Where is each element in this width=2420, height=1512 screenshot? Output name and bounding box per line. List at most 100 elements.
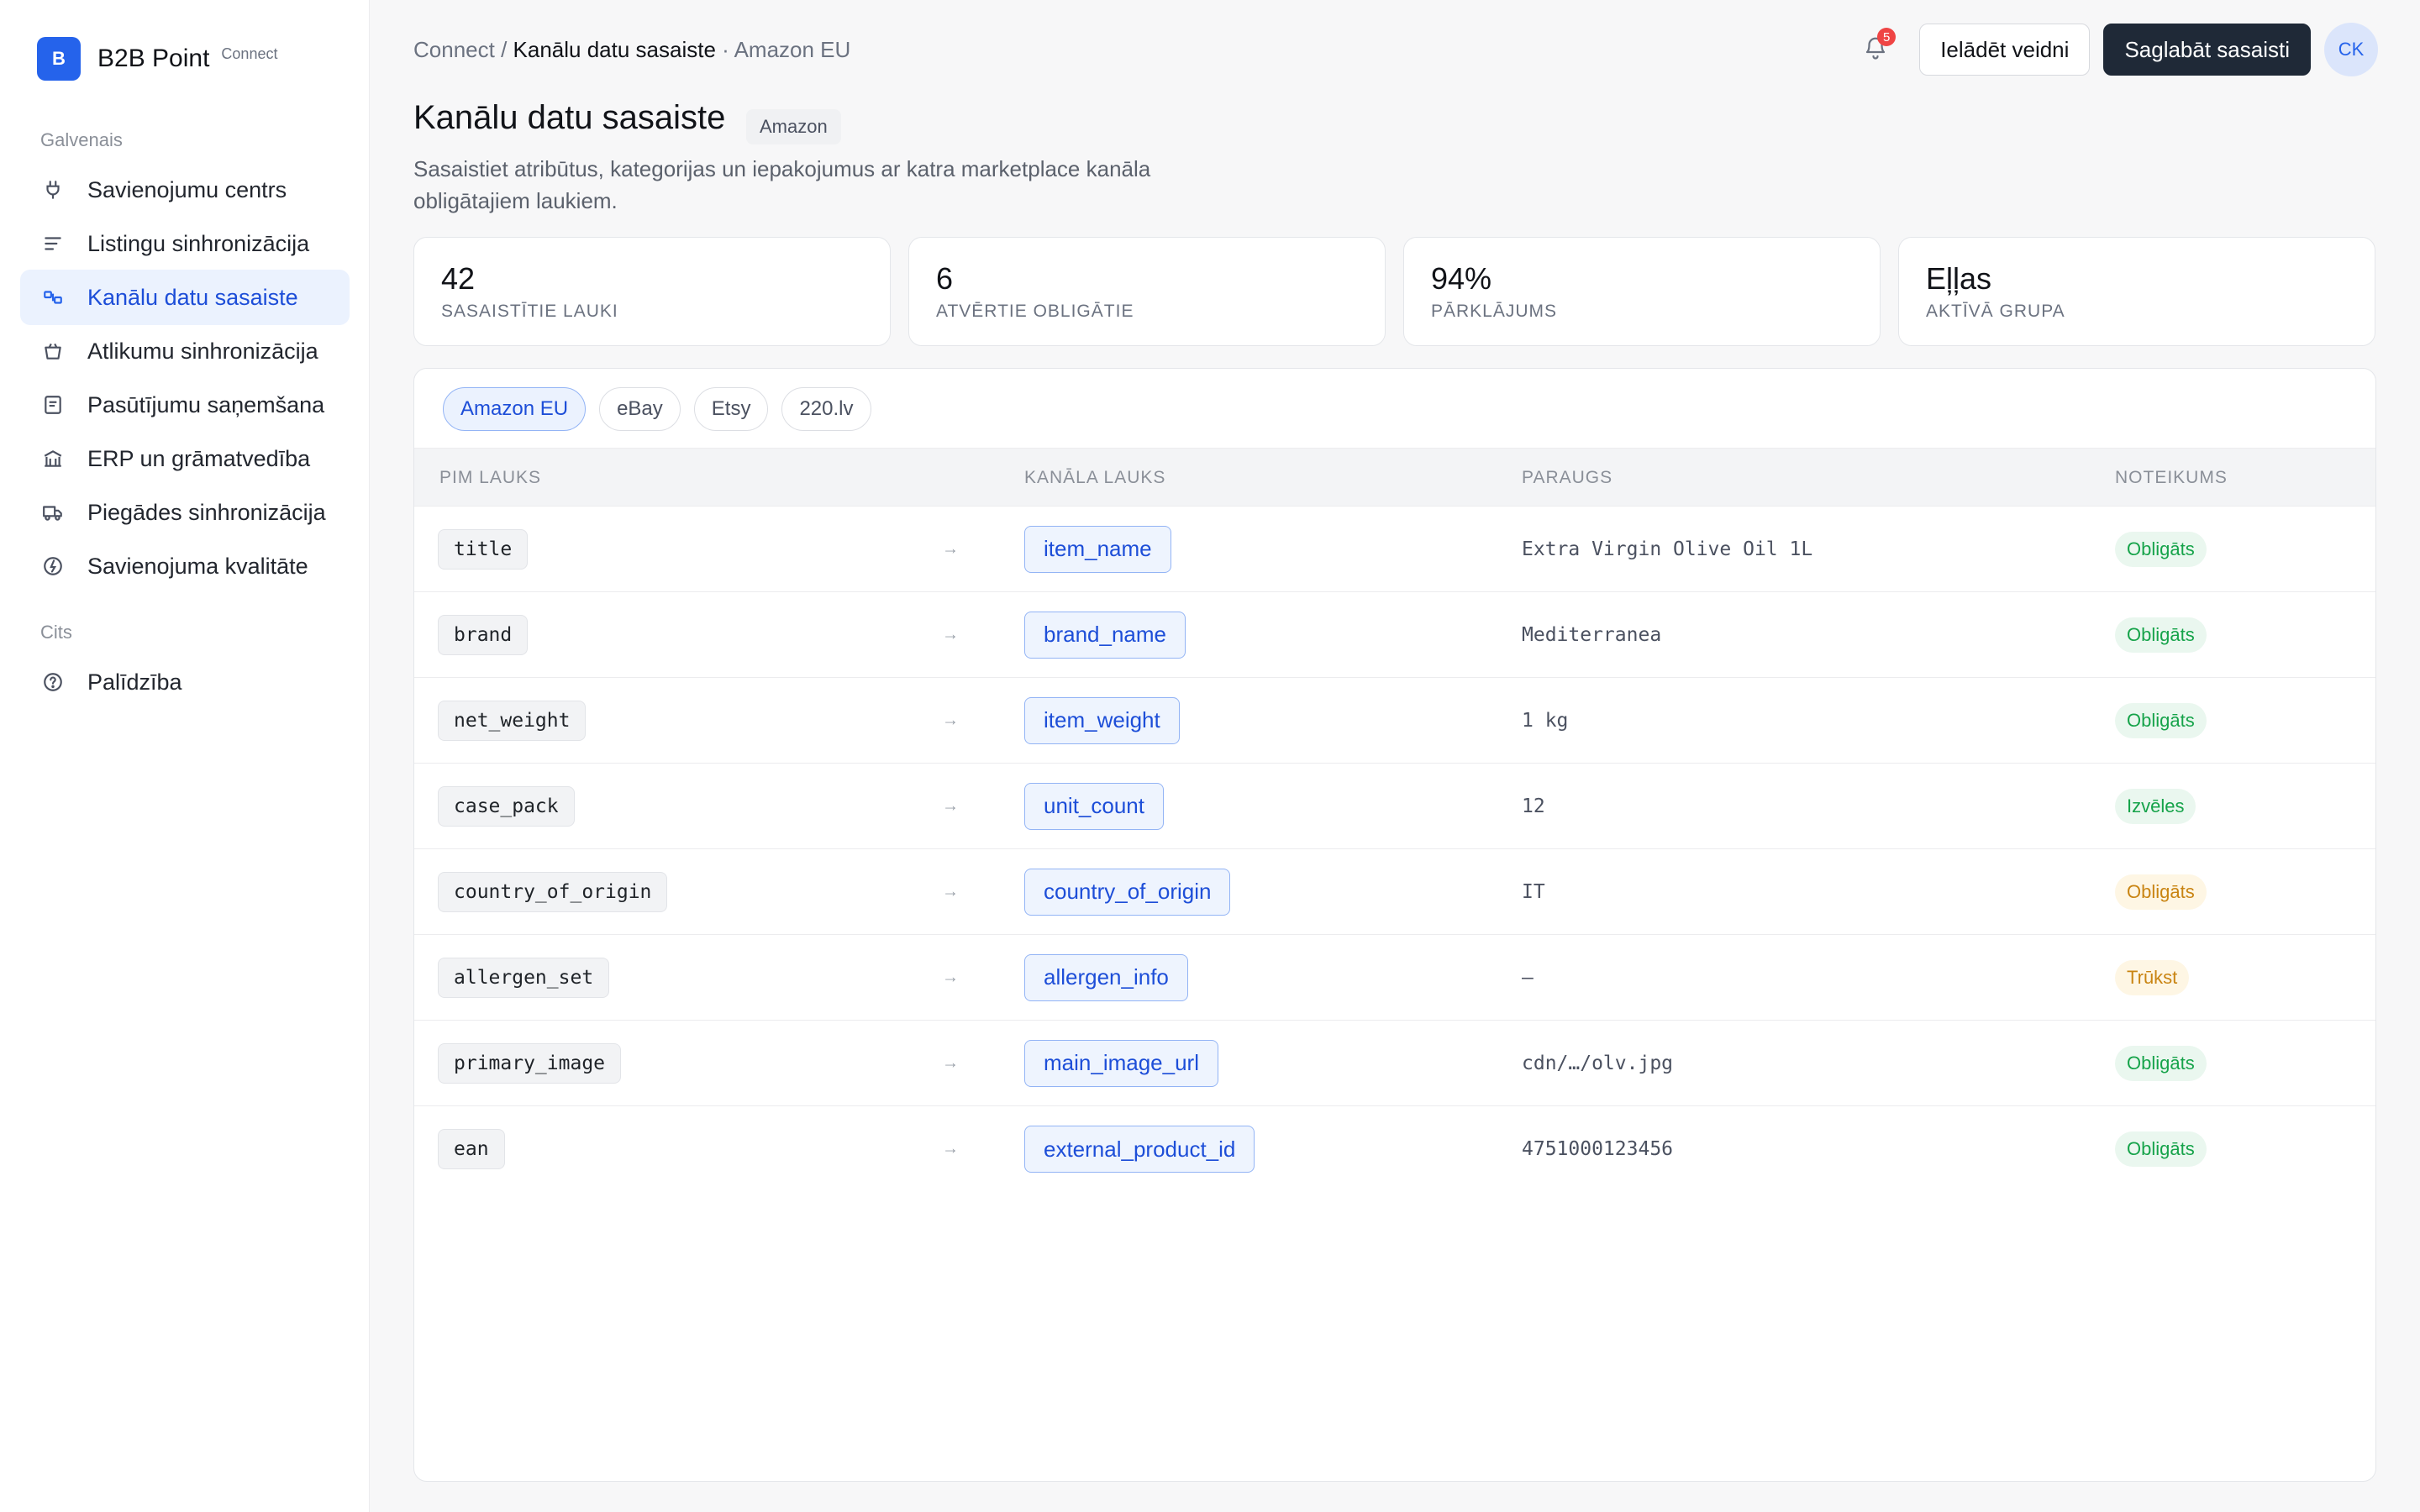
pim-field: case_pack [438, 785, 575, 827]
nav-group-other-title: Cits [40, 622, 72, 643]
table-row[interactable]: country_of_origin → country_of_origin IT… [414, 849, 2375, 935]
channel-pill: Amazon [746, 109, 841, 144]
sidebar-item-connection-quality[interactable]: Savienojuma kvalitāte [20, 538, 350, 594]
sidebar-item-erp-accounting[interactable]: ERP un grāmatvedība [20, 431, 350, 486]
sidebar-item-listing-sync[interactable]: Listingu sinhronizācija [20, 216, 350, 271]
stat-card-active-group: Eļļas AKTĪVĀ GRUPA [1898, 237, 2375, 346]
rule-badge: Trūkst [2115, 959, 2190, 995]
truck-icon [40, 500, 66, 525]
channel-field-select[interactable]: item_name [1024, 525, 1171, 573]
notification-count-badge: 5 [1877, 28, 1897, 46]
table-header: PIM LAUKS KANĀLA LAUKS PARAUGS NOTEIKUMS [414, 448, 2375, 507]
page-description: Sasaistiet atribūtus, kategorijas un iep… [413, 156, 1151, 213]
tab-220lv[interactable]: 220.lv [781, 387, 871, 431]
sidebar-item-label: Listingu sinhronizācija [87, 230, 310, 256]
tab-amazon-eu[interactable]: Amazon EU [443, 387, 587, 431]
breadcrumb-current: Kanālu datu sasaiste [513, 37, 716, 62]
column-header-channel-field: KANĀLA LAUKS [1024, 468, 1166, 487]
breadcrumb: Connect / Kanālu datu sasaiste · Amazon … [413, 37, 850, 63]
brand-subtitle: Connect [221, 45, 278, 62]
load-template-button[interactable]: Ielādēt veidni [1919, 24, 2091, 76]
table-row[interactable]: net_weight → item_weight 1 kg Obligāts [414, 678, 2375, 764]
tab-etsy[interactable]: Etsy [693, 387, 769, 431]
stat-label: ATVĒRTIE OBLIGĀTIE [936, 302, 1134, 321]
sidebar-item-label: Atlikumu sinhronizācija [87, 338, 318, 364]
mapping-panel: Amazon EU eBay Etsy 220.lv PIM LAUKS KAN… [413, 368, 2376, 1482]
rule-badge: Obligāts [2115, 1045, 2207, 1081]
pim-field: brand [438, 614, 529, 655]
sidebar-item-shipping-sync[interactable]: Piegādes sinhronizācija [20, 485, 350, 540]
sidebar-item-label: Savienojumu centrs [87, 176, 287, 202]
sidebar-item-label: Savienojuma kvalitāte [87, 553, 308, 579]
mapping-icon [40, 285, 66, 310]
rule-badge: Obligāts [2115, 702, 2207, 738]
plug-icon [40, 177, 66, 202]
sidebar-item-help[interactable]: Palīdzība [20, 654, 350, 710]
save-mapping-button[interactable]: Saglabāt sasaisti [2103, 24, 2311, 76]
column-header-rule: NOTEIKUMS [2115, 468, 2228, 487]
basket-icon [40, 339, 66, 364]
stat-value: Eļļas [1926, 261, 1992, 296]
channel-field-select[interactable]: country_of_origin [1024, 868, 1231, 916]
sidebar: B B2B Point Connect Galvenais Savienojum… [0, 0, 370, 1512]
table-row[interactable]: ean → external_product_id 4751000123456 … [414, 1106, 2375, 1192]
table-row[interactable]: case_pack → unit_count 12 Izvēles [414, 764, 2375, 849]
pim-field: country_of_origin [438, 871, 668, 912]
sidebar-item-order-intake[interactable]: Pasūtījumu saņemšana [20, 377, 350, 433]
stat-label: PĀRKLĀJUMS [1431, 302, 1558, 321]
gauge-icon [40, 554, 66, 579]
rule-badge: Obligāts [2115, 1131, 2207, 1167]
sample-value: IT [1522, 880, 1545, 903]
arrow-icon: → [942, 882, 959, 900]
list-icon [40, 231, 66, 256]
stat-label: AKTĪVĀ GRUPA [1926, 302, 2065, 321]
order-icon [40, 392, 66, 417]
pim-field: ean [438, 1129, 505, 1169]
brand[interactable]: B B2B Point Connect [37, 37, 277, 81]
column-header-pim-field: PIM LAUKS [439, 468, 542, 487]
sample-value: 12 [1522, 795, 1545, 817]
rule-badge: Obligāts [2115, 617, 2207, 653]
bank-icon [40, 446, 66, 471]
pim-field: title [438, 528, 529, 570]
stat-card-open-required: 6 ATVĒRTIE OBLIGĀTIE [908, 237, 1386, 346]
arrow-icon: → [942, 1053, 959, 1072]
channel-field-select[interactable]: brand_name [1024, 611, 1186, 659]
sample-value: Extra Virgin Olive Oil 1L [1522, 538, 1813, 560]
sidebar-item-connections-hub[interactable]: Savienojumu centrs [20, 162, 350, 218]
channel-field-select[interactable]: external_product_id [1024, 1126, 1255, 1173]
sample-value: 1 kg [1522, 709, 1569, 732]
pim-field: allergen_set [438, 957, 610, 998]
pim-field: net_weight [438, 700, 587, 741]
sidebar-item-channel-mapping[interactable]: Kanālu datu sasaiste [20, 270, 350, 325]
arrow-icon: → [942, 1139, 959, 1158]
sample-value: cdn/…/olv.jpg [1522, 1052, 1674, 1074]
channel-tabs: Amazon EU eBay Etsy 220.lv [443, 387, 885, 431]
notifications-button[interactable]: 5 [1857, 28, 1897, 68]
sample-value: — [1522, 966, 1534, 989]
rule-badge: Obligāts [2115, 874, 2207, 910]
arrow-icon: → [942, 968, 959, 986]
sidebar-item-label: Kanālu datu sasaiste [87, 284, 298, 310]
channel-field-select[interactable]: main_image_url [1024, 1039, 1218, 1087]
avatar[interactable]: CK [2324, 23, 2378, 76]
table-row[interactable]: title → item_name Extra Virgin Olive Oil… [414, 507, 2375, 592]
table-row[interactable]: primary_image → main_image_url cdn/…/olv… [414, 1021, 2375, 1106]
nav-group-main-title: Galvenais [40, 129, 123, 150]
channel-field-select[interactable]: unit_count [1024, 782, 1164, 830]
stat-value: 94% [1431, 261, 1492, 296]
breadcrumb-root[interactable]: Connect [413, 37, 495, 62]
tab-ebay[interactable]: eBay [599, 387, 681, 431]
channel-field-select[interactable]: allergen_info [1024, 953, 1188, 1001]
sidebar-item-label: Piegādes sinhronizācija [87, 499, 326, 525]
sidebar-item-label: ERP un grāmatvedība [87, 445, 311, 471]
table-row[interactable]: brand → brand_name Mediterranea Obligāts [414, 592, 2375, 678]
arrow-icon: → [942, 711, 959, 729]
channel-field-select[interactable]: item_weight [1024, 696, 1180, 744]
table-row[interactable]: allergen_set → allergen_info — Trūkst [414, 935, 2375, 1021]
sidebar-item-stock-sync[interactable]: Atlikumu sinhronizācija [20, 323, 350, 379]
brand-name: B2B Point [97, 45, 210, 72]
pim-field: primary_image [438, 1042, 622, 1084]
stat-value: 6 [936, 261, 954, 296]
column-header-sample: PARAUGS [1522, 468, 1613, 487]
